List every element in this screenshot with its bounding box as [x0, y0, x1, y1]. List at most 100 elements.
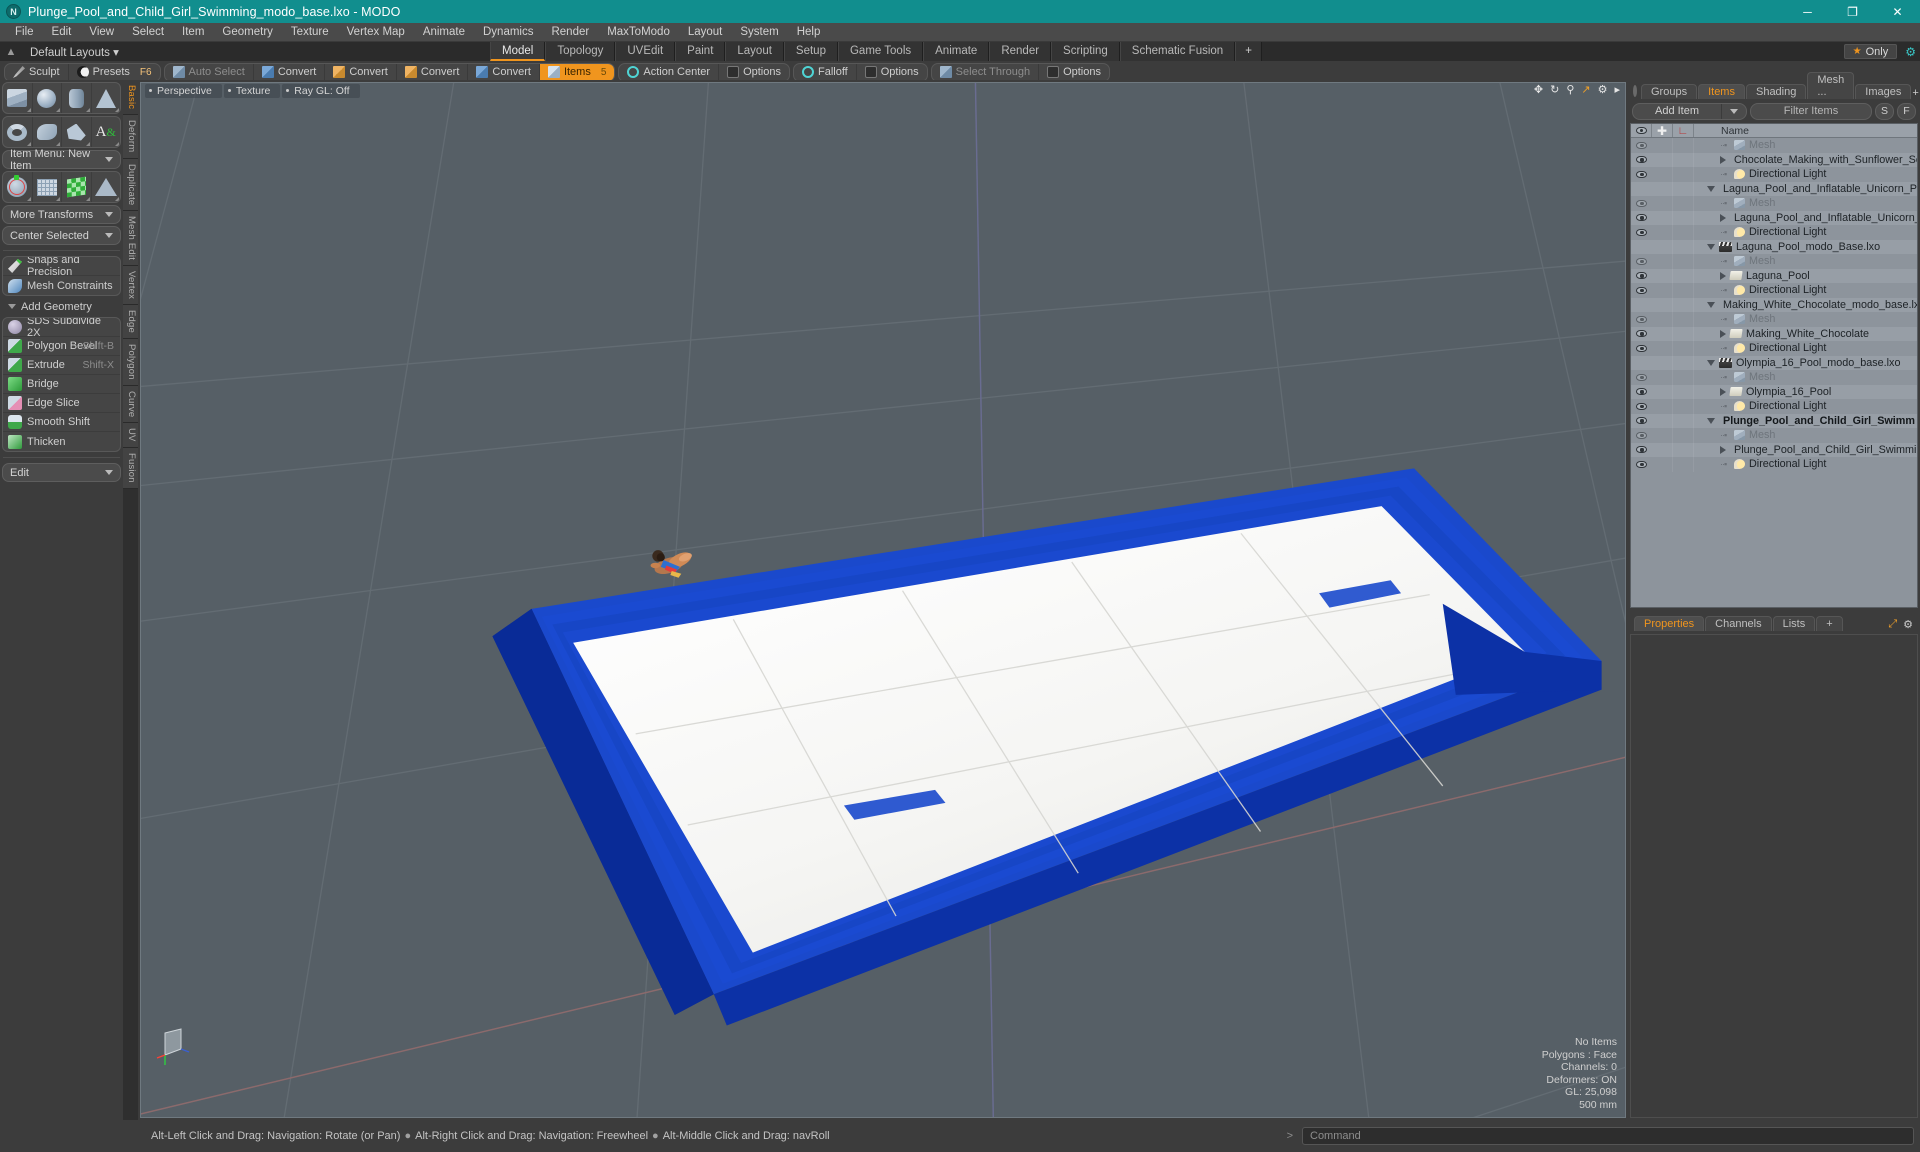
lock-cell[interactable] — [1652, 297, 1673, 312]
item-row[interactable]: Plunge_Pool_and_Child_Girl_Swimm ... — [1631, 413, 1917, 428]
axis-cell[interactable] — [1673, 167, 1694, 182]
lock-cell[interactable] — [1652, 370, 1673, 385]
mode-tab-model[interactable]: Model — [490, 42, 546, 61]
axis-cell[interactable] — [1673, 312, 1694, 327]
visibility-toggle[interactable] — [1631, 330, 1652, 338]
visibility-toggle[interactable] — [1631, 156, 1652, 164]
rotate-icon[interactable]: ↻ — [1550, 85, 1559, 96]
chevron-down-icon[interactable] — [1707, 359, 1715, 366]
lock-cell[interactable] — [1652, 239, 1673, 254]
grid-icon[interactable] — [33, 172, 62, 202]
menu-item-dynamics[interactable]: Dynamics — [474, 23, 542, 42]
toolbar-button-presets[interactable]: Presets F6 — [69, 64, 160, 81]
lock-cell[interactable] — [1652, 152, 1673, 167]
toolbar-button-items[interactable]: Items 5 — [539, 63, 615, 81]
item-row[interactable]: Laguna_Pool_and_Inflatable_Unicorn_P ... — [1631, 210, 1917, 225]
toolbar-button-sculpt[interactable]: Sculpt — [5, 63, 69, 81]
add-icon[interactable]: + — [1912, 87, 1918, 99]
close-button[interactable]: ✕ — [1875, 0, 1920, 23]
mode-tab-topology[interactable]: Topology — [545, 42, 616, 61]
chevron-right-icon[interactable] — [1720, 387, 1726, 396]
visibility-toggle[interactable] — [1631, 388, 1652, 396]
item-row[interactable]: ··▪ Directional Light — [1631, 167, 1917, 182]
menu-item-texture[interactable]: Texture — [282, 23, 338, 42]
lock-cell[interactable] — [1652, 341, 1673, 356]
properties-tab-properties[interactable]: Properties — [1634, 615, 1705, 631]
item-name-cell[interactable]: Olympia_16_Pool_modo_base.lxo — [1694, 357, 1917, 369]
mode-tab-animate[interactable]: Animate — [923, 42, 990, 61]
cube-icon[interactable] — [3, 83, 33, 113]
mesh-constraints-item[interactable]: Mesh Constraints — [3, 276, 120, 295]
mode-tab-layout[interactable]: Layout — [725, 42, 784, 61]
item-menu-dropdown[interactable]: Item Menu: New Item — [2, 148, 121, 172]
geometry-tool-sds-subdivide-2x[interactable]: SDS Subdivide 2X — [3, 318, 120, 339]
axis-cell[interactable] — [1673, 399, 1694, 414]
toolbar-button-options[interactable]: Options — [1039, 64, 1109, 81]
menu-item-edit[interactable]: Edit — [43, 23, 81, 42]
gear-icon[interactable]: ⚙ — [1598, 85, 1608, 96]
home-icon[interactable]: ▲ — [0, 46, 22, 58]
item-row[interactable]: Olympia_16_Pool — [1631, 384, 1917, 399]
chevron-down-icon[interactable] — [1707, 417, 1715, 424]
item-name-cell[interactable]: ··▪ Mesh — [1694, 139, 1917, 151]
lock-cell[interactable] — [1652, 196, 1673, 211]
menu-item-system[interactable]: System — [731, 23, 787, 42]
vertical-tab-fusion[interactable]: Fusion — [123, 447, 138, 489]
toolbar-button-auto-select[interactable]: Auto Select — [165, 63, 254, 81]
viewport-tag-ray-gl-off[interactable]: Ray GL: Off — [282, 83, 360, 98]
chevron-down-icon[interactable] — [1707, 243, 1715, 250]
geometry-tool-thicken[interactable]: Thicken — [3, 432, 120, 451]
axis-cell[interactable] — [1673, 254, 1694, 269]
maximize-button[interactable]: ❐ — [1830, 0, 1875, 23]
mode-tab-setup[interactable]: Setup — [783, 42, 838, 61]
axis-cell[interactable] — [1673, 413, 1694, 428]
command-input[interactable]: Command — [1302, 1127, 1914, 1145]
axis-cell[interactable] — [1673, 341, 1694, 356]
axis-cell[interactable] — [1673, 428, 1694, 443]
axis-cell[interactable] — [1673, 283, 1694, 298]
geometry-tool-bridge[interactable]: Bridge — [3, 375, 120, 394]
toolbar-button-options[interactable]: Options — [857, 64, 927, 81]
toolbar-button-action-center[interactable]: Action Center — [619, 63, 720, 81]
toolbar-button-falloff[interactable]: Falloff — [794, 63, 857, 81]
panel-tab-items[interactable]: Items — [1698, 84, 1745, 99]
add-item-button[interactable]: Add Item — [1632, 102, 1747, 120]
item-row[interactable]: Making_White_Chocolate_modo_base.lxo — [1631, 297, 1917, 312]
item-row[interactable]: Chocolate_Making_with_Sunflower_Seeds — [1631, 152, 1917, 167]
item-name-cell[interactable]: Making_White_Chocolate_modo_base.lxo — [1694, 299, 1917, 311]
item-name-cell[interactable]: Laguna_Pool — [1694, 270, 1917, 282]
item-name-cell[interactable]: ··▪ Mesh — [1694, 313, 1917, 325]
mode-tab-game-tools[interactable]: Game Tools — [837, 42, 924, 61]
filter-f-button[interactable]: F — [1897, 102, 1916, 120]
visibility-toggle[interactable] — [1631, 214, 1652, 222]
lock-cell[interactable] — [1652, 225, 1673, 240]
lock-cell[interactable] — [1652, 181, 1673, 196]
cone-icon[interactable] — [92, 83, 121, 113]
visibility-toggle[interactable] — [1631, 257, 1652, 265]
menu-item-item[interactable]: Item — [173, 23, 213, 42]
lock-cell[interactable] — [1652, 326, 1673, 341]
viewport-tag-texture[interactable]: Texture — [223, 83, 281, 98]
toolbar-button-convert[interactable]: Convert — [468, 63, 540, 81]
fit-icon[interactable]: ↗ — [1581, 85, 1590, 96]
visibility-toggle[interactable] — [1631, 272, 1652, 280]
item-row[interactable]: Olympia_16_Pool_modo_base.lxo — [1631, 355, 1917, 370]
item-name-cell[interactable]: Plunge_Pool_and_Child_Girl_Swimm ... — [1694, 415, 1917, 427]
menu-item-geometry[interactable]: Geometry — [213, 23, 282, 42]
item-name-cell[interactable]: ··▪ Mesh — [1694, 255, 1917, 267]
item-row[interactable]: ··▪ Directional Light — [1631, 457, 1917, 472]
lock-cell[interactable] — [1652, 413, 1673, 428]
visibility-toggle[interactable] — [1631, 402, 1652, 410]
visibility-toggle[interactable] — [1631, 199, 1652, 207]
panel-tab-images[interactable]: Images — [1855, 84, 1912, 99]
item-row[interactable]: ··▪ Mesh — [1631, 370, 1917, 385]
perspective-viewport[interactable]: Perspective Texture Ray GL: Off ✥ ↻ ⚲ ↗ ⚙ … — [140, 82, 1626, 1118]
item-name-cell[interactable]: ··▪ Directional Light — [1694, 168, 1917, 180]
menu-item-layout[interactable]: Layout — [679, 23, 732, 42]
gear-icon[interactable]: ⚙ — [1905, 45, 1916, 59]
lock-cell[interactable] — [1652, 428, 1673, 443]
item-row[interactable]: ··▪ Directional Light — [1631, 283, 1917, 298]
menu-item-animate[interactable]: Animate — [414, 23, 474, 42]
toolbar-button-options[interactable]: Options — [719, 64, 789, 81]
axis-cell[interactable] — [1673, 138, 1694, 153]
